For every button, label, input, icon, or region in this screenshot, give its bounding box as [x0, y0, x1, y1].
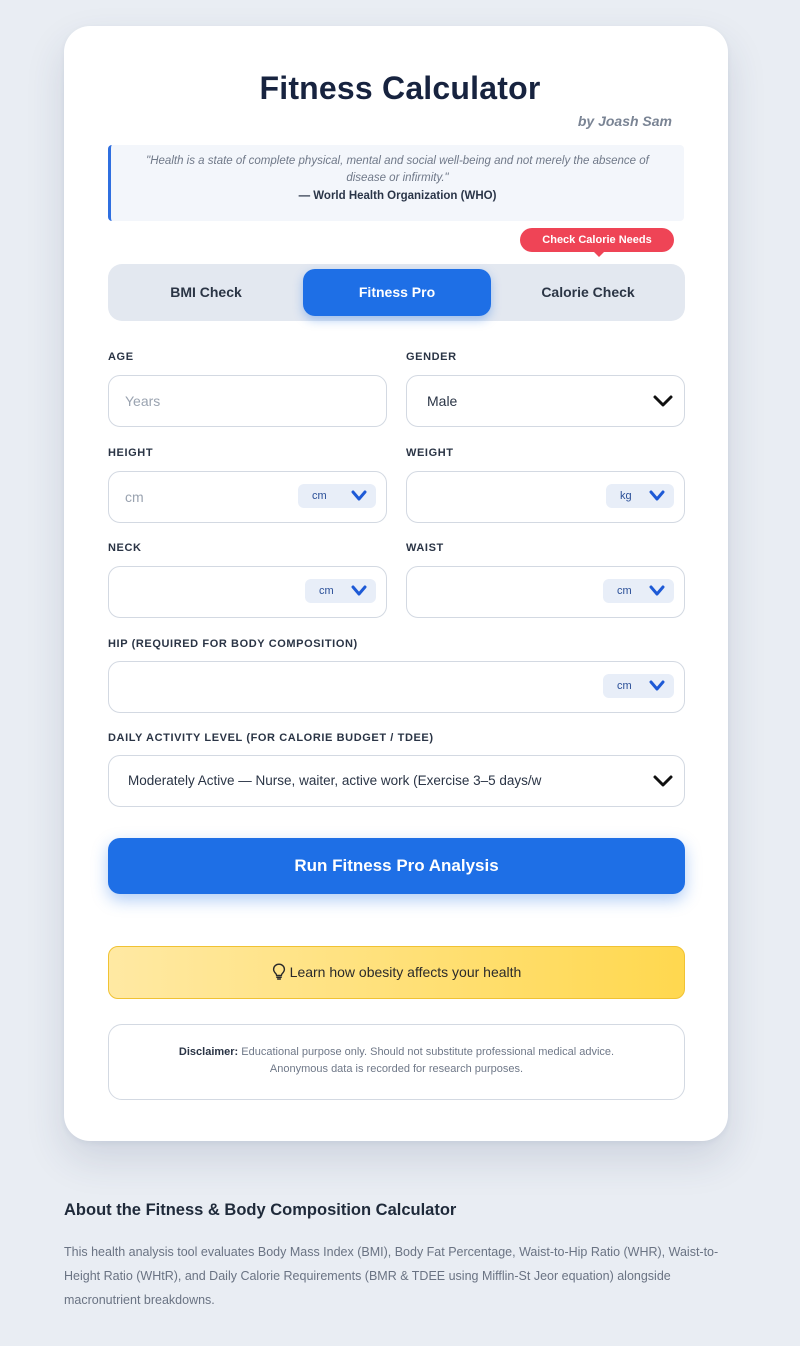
- neck-unit: cm: [319, 585, 334, 597]
- about-heading: About the Fitness & Body Composition Cal…: [64, 1201, 457, 1219]
- tab-calorie-check[interactable]: Calorie Check: [494, 269, 682, 316]
- lightbulb-icon: [272, 963, 285, 980]
- weight-unit-select[interactable]: kg: [606, 484, 674, 508]
- tab-bmi-check[interactable]: BMI Check: [112, 269, 300, 316]
- age-label: AGE: [108, 351, 134, 363]
- waist-unit: cm: [617, 585, 632, 597]
- height-input[interactable]: cm cm: [108, 471, 387, 523]
- disclaimer-box: Disclaimer: Educational purpose only. Sh…: [108, 1024, 685, 1100]
- height-unit: cm: [312, 490, 327, 502]
- activity-label: DAILY ACTIVITY LEVEL (FOR CALORIE BUDGET…: [108, 732, 434, 744]
- chevron-down-icon: [649, 680, 665, 691]
- chevron-down-icon: [649, 490, 665, 501]
- disclaimer-label: Disclaimer:: [178, 1046, 239, 1058]
- page-title: Fitness Calculator: [259, 70, 541, 106]
- disclaimer-line2: Anonymous data is recorded for research …: [269, 1063, 524, 1075]
- quote-text: "Health is a state of complete physical,…: [146, 155, 649, 184]
- quote-source: — World Health Organization (WHO): [298, 190, 497, 202]
- neck-input[interactable]: cm: [108, 566, 387, 618]
- height-unit-select[interactable]: cm: [298, 484, 376, 508]
- chevron-down-icon: [653, 775, 673, 787]
- weight-unit: kg: [620, 490, 632, 502]
- activity-select[interactable]: Moderately Active — Nurse, waiter, activ…: [108, 755, 685, 807]
- neck-unit-select[interactable]: cm: [305, 579, 376, 603]
- chevron-down-icon: [649, 585, 665, 596]
- waist-unit-select[interactable]: cm: [603, 579, 674, 603]
- author-credit: by Joash Sam: [577, 113, 672, 129]
- gender-select[interactable]: Male: [406, 375, 685, 427]
- quote-box: "Health is a state of complete physical,…: [108, 145, 684, 221]
- about-text: This health analysis tool evaluates Body…: [64, 1245, 719, 1307]
- hip-label: HIP (REQUIRED FOR BODY COMPOSITION): [108, 638, 358, 650]
- tab-fitness-pro[interactable]: Fitness Pro: [303, 269, 491, 316]
- gender-value: Male: [427, 393, 458, 409]
- age-placeholder: Years: [125, 393, 161, 409]
- neck-label: NECK: [108, 542, 142, 554]
- learn-obesity-button[interactable]: Learn how obesity affects your health: [108, 946, 685, 999]
- chevron-down-icon: [351, 585, 367, 596]
- hip-unit-select[interactable]: cm: [603, 674, 674, 698]
- height-placeholder: cm: [125, 489, 144, 505]
- waist-label: WAIST: [406, 542, 444, 554]
- calorie-needs-badge[interactable]: Check Calorie Needs: [520, 228, 674, 257]
- disclaimer-line1: Educational purpose only. Should not sub…: [241, 1046, 615, 1058]
- weight-label: WEIGHT: [406, 447, 454, 459]
- hip-input[interactable]: cm: [108, 661, 685, 713]
- learn-obesity-label: Learn how obesity affects your health: [289, 964, 522, 980]
- chevron-down-icon: [351, 490, 367, 501]
- height-label: HEIGHT: [108, 447, 154, 459]
- calculator-tabs: BMI Check Fitness Pro Calorie Check: [108, 264, 685, 321]
- gender-label: GENDER: [406, 351, 457, 363]
- waist-input[interactable]: cm: [406, 566, 685, 618]
- age-input[interactable]: Years: [108, 375, 387, 427]
- weight-input[interactable]: kg: [406, 471, 685, 523]
- activity-value: Moderately Active — Nurse, waiter, activ…: [128, 773, 542, 788]
- hip-unit: cm: [617, 680, 632, 692]
- chevron-down-icon: [653, 395, 673, 407]
- run-analysis-button[interactable]: Run Fitness Pro Analysis: [108, 838, 685, 894]
